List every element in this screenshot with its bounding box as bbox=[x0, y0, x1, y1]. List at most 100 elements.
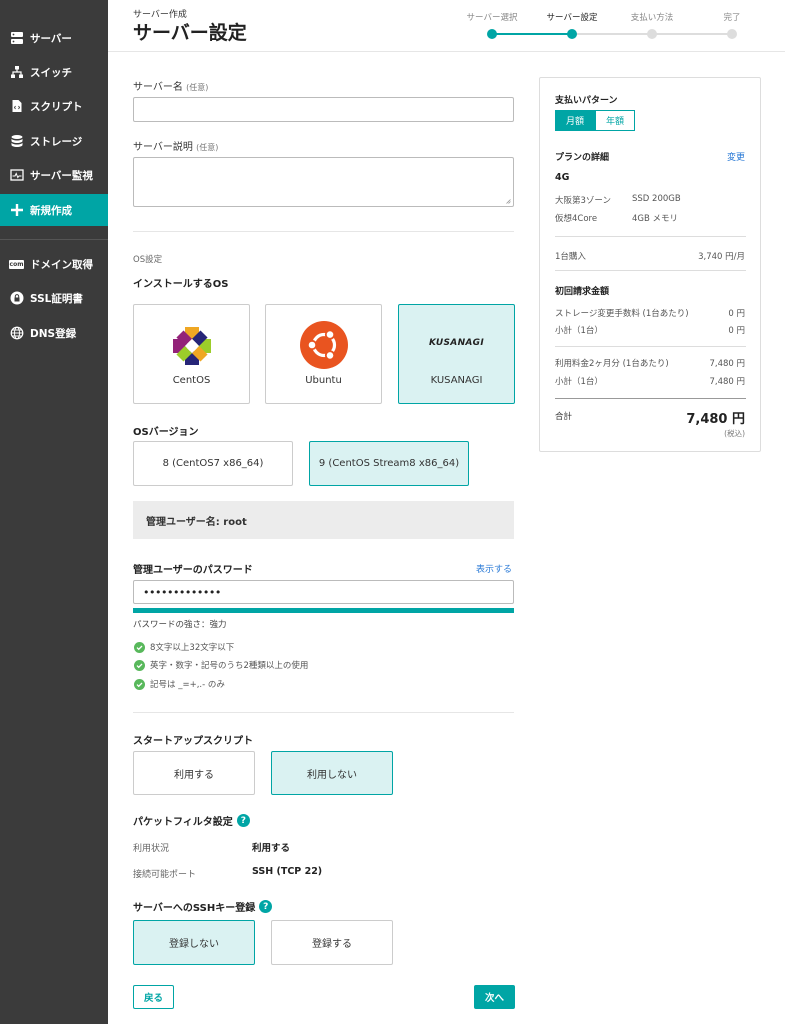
step-payment: 支払い方法 bbox=[630, 13, 674, 23]
summary-panel: 支払いパターン 月額 年額 プランの詳細 変更 4G 大阪第3ゾーン SSD 2… bbox=[539, 77, 761, 452]
show-password-link[interactable]: 表示する bbox=[476, 562, 512, 575]
sidebar-item-script[interactable]: スクリプト bbox=[0, 90, 108, 122]
rule-item: 8文字以上32文字以下 bbox=[134, 641, 234, 653]
monitor-icon bbox=[9, 168, 24, 183]
os-name: KUSANAGI bbox=[430, 375, 483, 386]
total-label: 合計 bbox=[555, 412, 573, 422]
os-version-option-9[interactable]: 9 (CentOS Stream8 x86_64) bbox=[309, 441, 469, 486]
password-label: 管理ユーザーのパスワード bbox=[133, 565, 253, 576]
ubuntu-logo-icon bbox=[300, 321, 348, 369]
sidebar-divider bbox=[0, 239, 108, 240]
server-name-label: サーバー名 (任意) bbox=[133, 82, 209, 93]
sidebar-item-ssl[interactable]: SSL証明書 bbox=[0, 282, 108, 314]
sidebar-item-label: スイッチ bbox=[30, 66, 72, 79]
initial-charge-label: 初回請求金額 bbox=[555, 287, 610, 297]
sidebar-item-label: 新規作成 bbox=[30, 204, 72, 217]
next-button[interactable]: 次へ bbox=[474, 985, 515, 1009]
plan-memory: 4GB メモリ bbox=[632, 214, 679, 224]
back-button[interactable]: 戻る bbox=[133, 985, 174, 1009]
divider bbox=[133, 712, 514, 713]
divider bbox=[133, 231, 514, 232]
com-icon: com bbox=[9, 259, 24, 269]
step-server-settings: サーバー設定 bbox=[546, 13, 598, 23]
check-icon bbox=[134, 678, 145, 690]
change-plan-link[interactable]: 変更 bbox=[727, 150, 745, 163]
server-icon bbox=[9, 31, 24, 46]
os-section-label: OS設定 bbox=[133, 255, 163, 265]
ssh-register-option[interactable]: 登録する bbox=[271, 920, 393, 965]
startup-nouse-option[interactable]: 利用しない bbox=[271, 751, 393, 795]
port-value: SSH (TCP 22) bbox=[252, 866, 323, 877]
server-name-input[interactable] bbox=[133, 97, 514, 122]
help-icon[interactable]: ? bbox=[236, 814, 250, 827]
subtotal-value: 7,480 円 bbox=[709, 377, 745, 387]
lock-icon bbox=[9, 291, 24, 306]
os-version-label: OSバージョン bbox=[133, 427, 199, 438]
port-label: 接続可能ポート bbox=[133, 870, 197, 880]
os-card-centos[interactable]: CentOS bbox=[133, 304, 250, 404]
page-header: サーバー作成 サーバー設定 サーバー選択 サーバー設定 支払い方法 完了 bbox=[108, 0, 785, 52]
sidebar-item-storage[interactable]: ストレージ bbox=[0, 125, 108, 157]
ssh-key-heading: サーバーへのSSHキー登録 ? bbox=[133, 899, 273, 914]
sidebar-item-switch[interactable]: スイッチ bbox=[0, 56, 108, 88]
sidebar-item-label: ストレージ bbox=[30, 135, 83, 148]
check-icon bbox=[134, 641, 145, 653]
sidebar-item-domain[interactable]: com ドメイン取得 bbox=[0, 248, 108, 280]
help-icon[interactable]: ? bbox=[259, 900, 273, 913]
subtotal-label: 小計（1台） bbox=[555, 377, 603, 387]
usage-fee-label: 利用料金2ヶ月分 (1台あたり) bbox=[555, 359, 669, 369]
summary-divider bbox=[555, 346, 746, 347]
os-card-kusanagi[interactable]: KUSANAGI KUSANAGI bbox=[398, 304, 515, 404]
switch-icon bbox=[9, 65, 24, 80]
resize-handle-icon[interactable] bbox=[505, 198, 511, 204]
os-version-option-8[interactable]: 8 (CentOS7 x86_64) bbox=[133, 441, 293, 486]
sidebar-item-label: ドメイン取得 bbox=[30, 258, 93, 271]
os-card-ubuntu[interactable]: Ubuntu bbox=[265, 304, 382, 404]
centos-logo-icon bbox=[173, 327, 211, 365]
sidebar-item-label: DNS登録 bbox=[30, 327, 77, 340]
pay-monthly-toggle[interactable]: 月額 bbox=[555, 110, 595, 131]
sidebar-item-monitor[interactable]: サーバー監視 bbox=[0, 159, 108, 191]
startup-use-option[interactable]: 利用する bbox=[133, 751, 255, 795]
step-dot bbox=[567, 29, 577, 39]
sidebar-item-label: サーバー bbox=[30, 32, 72, 45]
os-name: Ubuntu bbox=[305, 375, 342, 386]
subtotal-value: 0 円 bbox=[728, 326, 745, 336]
pay-yearly-toggle[interactable]: 年額 bbox=[595, 110, 635, 131]
storage-icon bbox=[9, 134, 24, 149]
summary-divider bbox=[555, 270, 746, 271]
sidebar: サーバー スイッチ スクリプト ストレージ サーバー監視 新規作成 com ドメ… bbox=[0, 0, 108, 1024]
pay-pattern-label: 支払いパターン bbox=[555, 96, 618, 106]
ssh-no-register-option[interactable]: 登録しない bbox=[133, 920, 255, 965]
unit-label: 1台購入 bbox=[555, 252, 586, 262]
summary-divider bbox=[555, 236, 746, 237]
sidebar-item-create[interactable]: 新規作成 bbox=[0, 194, 108, 226]
total-value: 7,480 円 bbox=[686, 412, 745, 427]
sidebar-item-label: SSL証明書 bbox=[30, 292, 83, 305]
plan-cpu: 仮想4Core bbox=[555, 214, 598, 224]
strength-text: パスワードの強さ：強力 bbox=[133, 620, 227, 630]
sidebar-item-label: スクリプト bbox=[30, 100, 83, 113]
password-input[interactable]: ••••••••••••• bbox=[133, 580, 514, 604]
step-dot bbox=[647, 29, 657, 39]
stepper-line-done bbox=[492, 33, 572, 35]
install-os-label: インストールするOS bbox=[133, 279, 229, 290]
rule-item: 英字・数字・記号のうち2種類以上の使用 bbox=[134, 659, 308, 671]
step-dot bbox=[727, 29, 737, 39]
check-icon bbox=[134, 659, 145, 671]
strength-bar-fill bbox=[133, 608, 514, 613]
rule-item: 記号は _=+,.- のみ bbox=[134, 678, 225, 690]
page-title: サーバー設定 bbox=[133, 22, 247, 44]
sidebar-item-server[interactable]: サーバー bbox=[0, 22, 108, 54]
plus-icon bbox=[9, 203, 24, 218]
summary-divider bbox=[555, 398, 746, 399]
strength-bar-track bbox=[133, 608, 514, 613]
os-name: CentOS bbox=[172, 375, 211, 386]
plan-name: 4G bbox=[555, 172, 570, 183]
server-desc-textarea[interactable] bbox=[133, 157, 514, 207]
step-dot bbox=[487, 29, 497, 39]
storage-fee-label: ストレージ変更手数料 (1台あたり) bbox=[555, 309, 689, 319]
plan-zone: 大阪第3ゾーン bbox=[555, 196, 611, 206]
sidebar-item-dns[interactable]: DNS登録 bbox=[0, 317, 108, 349]
tax-note: (税込) bbox=[724, 429, 745, 438]
